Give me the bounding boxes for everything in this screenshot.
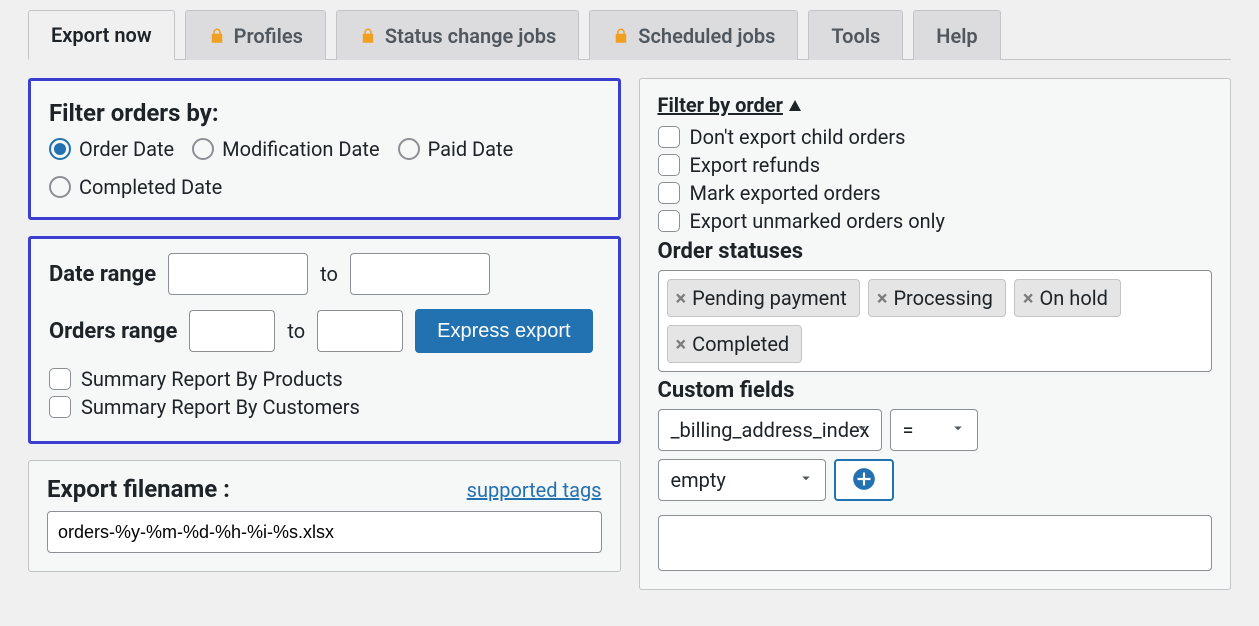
date-range-label: Date range [49,262,156,287]
tab-label: Tools [831,24,880,48]
section-title: Filter by order [658,93,783,117]
tab-label: Export now [51,23,152,47]
checkbox-icon [49,396,71,418]
tabs: Export now Profiles Status change jobs S… [28,10,1231,60]
status-label: Pending payment [692,286,847,310]
radio-label: Paid Date [428,137,514,161]
status-label: Processing [893,286,992,310]
order-statuses-title: Order statuses [658,239,1213,264]
tab-label: Help [936,24,977,48]
plus-circle-icon [851,466,877,495]
orders-range-to[interactable] [317,310,403,352]
custom-field-select[interactable]: _billing_address_index [658,409,882,451]
checkbox-icon [658,154,680,176]
tab-help[interactable]: Help [913,10,1000,60]
checkbox-label: Export refunds [690,153,821,177]
date-range-to[interactable] [350,253,490,295]
radio-label: Modification Date [222,137,379,161]
caret-up-icon [789,100,801,111]
lock-icon [612,27,630,45]
remove-tag-icon[interactable]: × [676,332,689,356]
checkbox-label: Don't export child orders [690,125,906,149]
panel-export-filename: Export filename : supported tags [28,460,621,572]
lock-icon [359,27,377,45]
tab-scheduled-jobs[interactable]: Scheduled jobs [589,10,798,60]
radio-icon [49,176,71,198]
status-tag: × Completed [667,325,803,363]
custom-fields-list [658,515,1213,571]
remove-tag-icon[interactable]: × [877,286,890,310]
status-tag: × Pending payment [667,279,860,317]
orders-range-to-label: to [287,319,305,343]
date-range-to-label: to [320,262,338,286]
panel-filter-by-order: Filter by order Don't export child order… [639,78,1232,590]
checkbox-label: Summary Report By Customers [81,395,360,419]
status-label: Completed [692,332,789,356]
checkbox-export-unmarked-only[interactable]: Export unmarked orders only [658,209,1213,233]
remove-tag-icon[interactable]: × [1023,286,1036,310]
export-filename-input[interactable] [47,511,602,553]
add-custom-field-button[interactable] [834,459,894,501]
radio-icon [49,138,71,160]
status-tag: × Processing [868,279,1006,317]
checkbox-summary-customers[interactable]: Summary Report By Customers [49,395,600,419]
order-statuses-box[interactable]: × Pending payment × Processing × On hold… [658,270,1213,372]
radio-completed-date[interactable]: Completed Date [49,175,222,199]
checkbox-dont-export-child[interactable]: Don't export child orders [658,125,1213,149]
tab-label: Status change jobs [385,24,556,48]
tab-tools[interactable]: Tools [808,10,903,60]
orders-range-from[interactable] [189,310,275,352]
select-value: = [903,418,914,442]
custom-fields-title: Custom fields [658,378,1213,403]
chevron-down-icon [797,468,815,492]
remove-tag-icon[interactable]: × [676,286,689,310]
radio-icon [398,138,420,160]
checkbox-mark-exported[interactable]: Mark exported orders [658,181,1213,205]
filter-by-order-toggle[interactable]: Filter by order [658,93,801,117]
checkbox-label: Summary Report By Products [81,367,343,391]
button-label: Express export [437,320,570,342]
checkbox-summary-products[interactable]: Summary Report By Products [49,367,600,391]
filter-orders-title: Filter orders by: [49,99,600,127]
export-filename-label: Export filename : [47,475,230,503]
radio-icon [192,138,214,160]
panel-filter-orders-by: Filter orders by: Order Date Modificatio… [28,78,621,220]
status-tag: × On hold [1014,279,1121,317]
checkbox-icon [658,182,680,204]
checkbox-icon [49,368,71,390]
custom-field-value-select[interactable]: empty [658,459,826,501]
lock-icon [208,27,226,45]
chevron-down-icon [949,418,967,442]
express-export-button[interactable]: Express export [415,309,592,353]
radio-modification-date[interactable]: Modification Date [192,137,379,161]
custom-field-operator-select[interactable]: = [890,409,978,451]
radio-paid-date[interactable]: Paid Date [398,137,514,161]
checkbox-icon [658,126,680,148]
select-value: _billing_address_index [671,418,870,442]
select-value: empty [671,468,726,492]
tab-export-now[interactable]: Export now [28,10,175,60]
tab-label: Profiles [234,24,303,48]
orders-range-label: Orders range [49,319,177,344]
tab-label: Scheduled jobs [638,24,775,48]
radio-order-date[interactable]: Order Date [49,137,174,161]
radio-label: Completed Date [79,175,222,199]
checkbox-label: Mark exported orders [690,181,881,205]
tab-status-change-jobs[interactable]: Status change jobs [336,10,579,60]
checkbox-export-refunds[interactable]: Export refunds [658,153,1213,177]
checkbox-label: Export unmarked orders only [690,209,945,233]
date-range-from[interactable] [168,253,308,295]
radio-label: Order Date [79,137,174,161]
checkbox-icon [658,210,680,232]
status-label: On hold [1040,286,1108,310]
supported-tags-link[interactable]: supported tags [467,478,602,502]
tab-profiles[interactable]: Profiles [185,10,326,60]
panel-ranges: Date range to Orders range to Express ex… [28,236,621,444]
